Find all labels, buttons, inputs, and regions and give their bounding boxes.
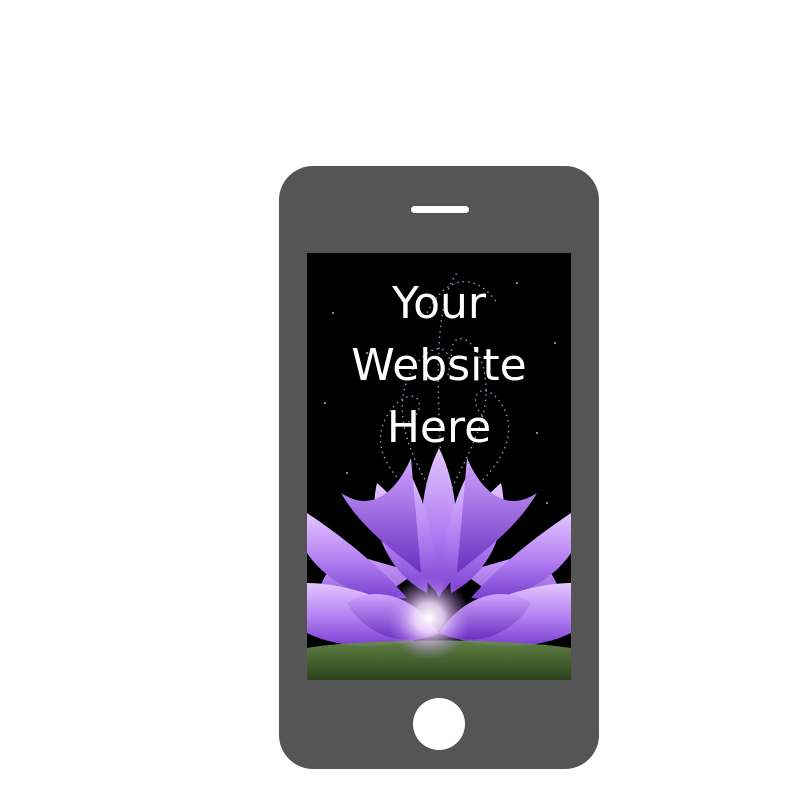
speaker-slot — [411, 206, 469, 213]
headline-line-1: Your — [392, 278, 486, 329]
website-placeholder-text: Your Website Here — [307, 273, 571, 459]
flower-center-glow — [387, 576, 471, 660]
headline-line-3: Here — [386, 402, 492, 453]
phone-screen: Your Website Here — [307, 253, 571, 680]
headline-line-2: Website — [351, 340, 527, 391]
smartphone-illustration: Your Website Here — [279, 166, 599, 769]
canvas: Your Website Here — [0, 0, 800, 800]
home-button[interactable] — [413, 698, 465, 750]
